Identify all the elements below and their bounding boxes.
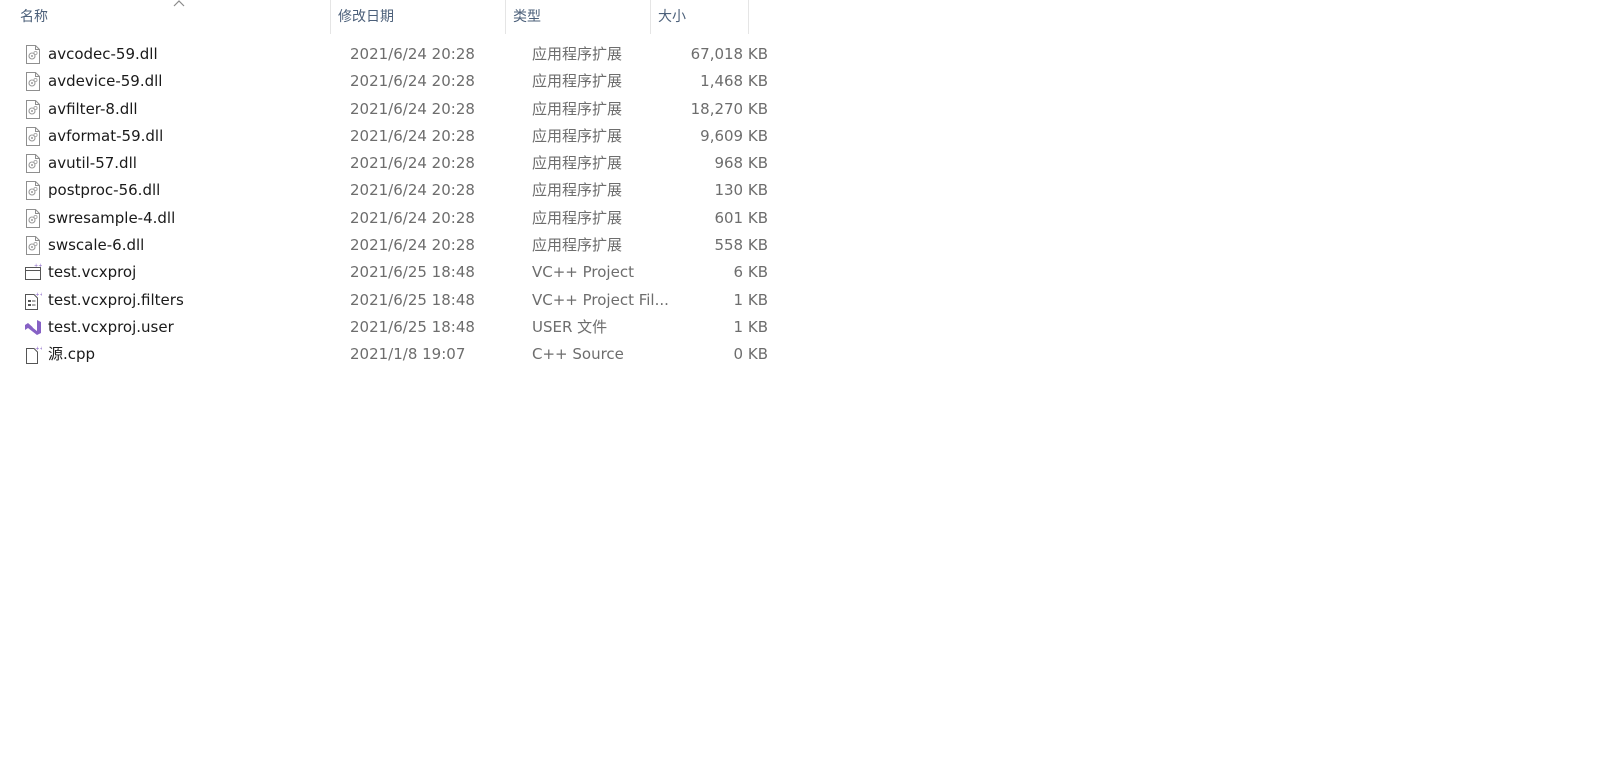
cpp-file-icon: ++	[24, 345, 42, 365]
file-modified-date: 2021/6/24 20:28	[350, 99, 475, 118]
sort-ascending-icon	[173, 0, 185, 7]
file-row[interactable]: ++ test.vcxproj.filters 2021/6/25 18:48 VC…	[0, 287, 780, 314]
file-size: 1 KB	[733, 290, 768, 309]
file-rows: avcodec-59.dll 2021/6/24 20:28 应用程序扩展 67,01…	[0, 41, 780, 369]
file-name: test.vcxproj.user	[48, 317, 174, 336]
dll-file-icon	[24, 181, 42, 201]
column-header-modified[interactable]: 修改日期	[338, 0, 504, 34]
file-row[interactable]: ++ 源.cpp 2021/1/8 19:07 C++ Source 0 KB	[0, 341, 780, 368]
file-name: avformat-59.dll	[48, 126, 164, 145]
file-name: avfilter-8.dll	[48, 99, 138, 118]
file-size: 6 KB	[733, 263, 768, 282]
file-type: 应用程序扩展	[532, 126, 623, 145]
file-type: C++ Source	[532, 345, 624, 364]
file-row[interactable]: avdevice-59.dll 2021/6/24 20:28 应用程序扩展 1,46…	[0, 68, 780, 95]
column-header-size-label: 大小	[658, 9, 686, 25]
column-divider[interactable]	[505, 0, 506, 34]
file-name: avdevice-59.dll	[48, 72, 163, 91]
column-divider[interactable]	[330, 0, 331, 34]
column-divider[interactable]	[650, 0, 651, 34]
file-size: 1,468 KB	[700, 72, 768, 91]
file-name: avutil-57.dll	[48, 154, 137, 173]
file-size: 1 KB	[733, 317, 768, 336]
file-modified-date: 2021/6/24 20:28	[350, 154, 475, 173]
file-name: avcodec-59.dll	[48, 45, 158, 63]
file-modified-date: 2021/6/25 18:48	[350, 263, 475, 282]
file-name: postproc-56.dll	[48, 181, 161, 200]
file-name: test.vcxproj	[48, 263, 137, 282]
file-row[interactable]: postproc-56.dll 2021/6/24 20:28 应用程序扩展 130 …	[0, 177, 780, 204]
file-type: 应用程序扩展	[532, 208, 623, 227]
file-size: 130 KB	[714, 181, 768, 200]
vcxproj-file-icon: ++	[24, 263, 42, 282]
svg-text:++: ++	[35, 346, 42, 352]
dll-file-icon	[24, 236, 42, 256]
column-header-name-label: 名称	[20, 9, 48, 25]
file-type: USER 文件	[532, 317, 608, 336]
file-row[interactable]: avformat-59.dll 2021/6/24 20:28 应用程序扩展 9,60…	[0, 123, 780, 150]
dll-file-icon	[24, 208, 42, 228]
file-type: 应用程序扩展	[532, 72, 623, 91]
file-modified-date: 2021/6/24 20:28	[350, 45, 475, 63]
file-type: 应用程序扩展	[532, 181, 623, 200]
filters-file-icon: ++	[24, 291, 42, 310]
file-name: test.vcxproj.filters	[48, 290, 184, 309]
file-row[interactable]: swscale-6.dll 2021/6/24 20:28 应用程序扩展 558 KB	[0, 232, 780, 259]
file-size: 0 KB	[733, 345, 768, 364]
file-name: 源.cpp	[48, 345, 96, 364]
column-divider[interactable]	[748, 0, 749, 34]
file-type: VC++ Project	[532, 263, 634, 282]
column-header-type-label: 类型	[513, 9, 541, 25]
column-header-type[interactable]: 类型	[513, 0, 649, 34]
file-name: swscale-6.dll	[48, 236, 145, 255]
file-row[interactable]: avcodec-59.dll 2021/6/24 20:28 应用程序扩展 67,01…	[0, 41, 780, 68]
file-name: swresample-4.dll	[48, 208, 176, 227]
file-row[interactable]: swresample-4.dll 2021/6/24 20:28 应用程序扩展 601…	[0, 205, 780, 232]
dll-file-icon	[24, 99, 42, 119]
file-size: 558 KB	[714, 236, 768, 255]
dll-file-icon	[24, 126, 42, 146]
file-size: 968 KB	[714, 154, 768, 173]
file-list-view: 名称 修改日期 类型 大小 avcodec-59.dll 2021/6/24 20…	[0, 0, 1612, 774]
file-modified-date: 2021/6/24 20:28	[350, 72, 475, 91]
file-size: 601 KB	[714, 208, 768, 227]
dll-file-icon	[24, 72, 42, 92]
file-type: 应用程序扩展	[532, 99, 623, 118]
file-modified-date: 2021/6/25 18:48	[350, 317, 475, 336]
file-modified-date: 2021/6/24 20:28	[350, 208, 475, 227]
file-row[interactable]: test.vcxproj.user 2021/6/25 18:48 USER 文件 1…	[0, 314, 780, 341]
file-modified-date: 2021/6/24 20:28	[350, 181, 475, 200]
file-type: 应用程序扩展	[532, 45, 623, 63]
file-type: 应用程序扩展	[532, 154, 623, 173]
file-size: 67,018 KB	[690, 45, 768, 63]
file-size: 18,270 KB	[690, 99, 768, 118]
column-header-modified-label: 修改日期	[338, 9, 394, 25]
file-type: VC++ Project Fil...	[532, 290, 669, 309]
file-modified-date: 2021/1/8 19:07	[350, 345, 466, 364]
column-header-size[interactable]: 大小	[658, 0, 746, 34]
svg-text:++: ++	[34, 263, 42, 269]
file-row[interactable]: ++ test.vcxproj 2021/6/25 18:48 VC++ Proje…	[0, 259, 780, 286]
dll-file-icon	[24, 45, 42, 64]
file-modified-date: 2021/6/25 18:48	[350, 290, 475, 309]
file-row[interactable]: avfilter-8.dll 2021/6/24 20:28 应用程序扩展 18,27…	[0, 96, 780, 123]
file-modified-date: 2021/6/24 20:28	[350, 236, 475, 255]
svg-text:++: ++	[35, 292, 42, 298]
file-row[interactable]: avutil-57.dll 2021/6/24 20:28 应用程序扩展 968 KB	[0, 150, 780, 177]
dll-file-icon	[24, 154, 42, 174]
file-size: 9,609 KB	[700, 126, 768, 145]
column-header-bar: 名称 修改日期 类型 大小	[0, 0, 780, 34]
visual-studio-icon	[24, 318, 42, 337]
file-modified-date: 2021/6/24 20:28	[350, 126, 475, 145]
file-type: 应用程序扩展	[532, 236, 623, 255]
